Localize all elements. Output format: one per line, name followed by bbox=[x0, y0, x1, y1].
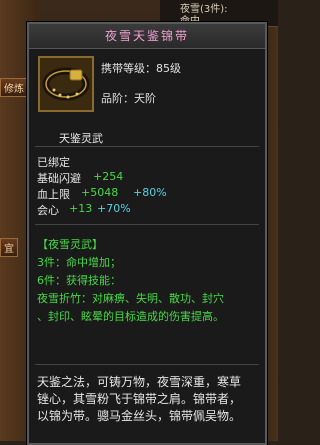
item-subtitle: 天鉴灵武 bbox=[59, 132, 103, 145]
stat-value-2: +13 bbox=[69, 202, 93, 215]
item-tooltip: 夜雪天鉴锦带 携带等级：85级 品阶：天阶 天鉴灵武 已绑定 基础闪避 +254… bbox=[27, 22, 267, 445]
required-level: 携带等级：85级 bbox=[101, 62, 181, 75]
stat-name-0: 基础闪避 bbox=[37, 172, 81, 185]
stat-value-0: +254 bbox=[93, 170, 124, 183]
divider bbox=[35, 364, 259, 365]
description-line: 天鉴之法，可铸万物，夜雪深重，寒草 bbox=[37, 375, 242, 389]
item-grade: 品阶：天阶 bbox=[101, 92, 156, 105]
cultivate-button[interactable]: 修炼 bbox=[0, 78, 28, 97]
stat-value-1: +5048 bbox=[81, 186, 119, 199]
divider bbox=[35, 224, 259, 225]
stat-name-2: 会心 bbox=[37, 204, 59, 217]
stat-extra-2: +70% bbox=[97, 202, 131, 215]
set-title: 【夜雪灵武】 bbox=[37, 238, 103, 251]
description-line: 以锦为带。骢马金丝头，锦带佩吴物。 bbox=[37, 409, 242, 423]
bound-status: 已绑定 bbox=[37, 156, 70, 169]
stat-name-1: 血上限 bbox=[37, 188, 70, 201]
belt-icon bbox=[38, 56, 94, 112]
set-bonus-6: 6件：获得技能： bbox=[37, 274, 121, 287]
side-button[interactable]: 宜 bbox=[0, 238, 18, 257]
set-bonus-3: 3件：命中增加； bbox=[37, 256, 121, 269]
item-title: 夜雪天鉴锦带 bbox=[29, 24, 265, 49]
description-line: 锉心，其雪粉飞于锦带之肩。锦带者， bbox=[37, 392, 242, 406]
skill-text-2: 、封印、眩晕的目标造成的伤害提高。 bbox=[37, 310, 224, 323]
stat-extra-1: +80% bbox=[133, 186, 167, 199]
divider bbox=[35, 146, 259, 147]
item-description: 天鉴之法，可铸万物，夜雪深重，寒草 锉心，其雪粉飞于锦带之肩。锦带者， 以锦为带… bbox=[37, 374, 259, 425]
skill-text-1: 夜雪折竹：对麻痹、失明、散功、封穴 bbox=[37, 292, 224, 305]
